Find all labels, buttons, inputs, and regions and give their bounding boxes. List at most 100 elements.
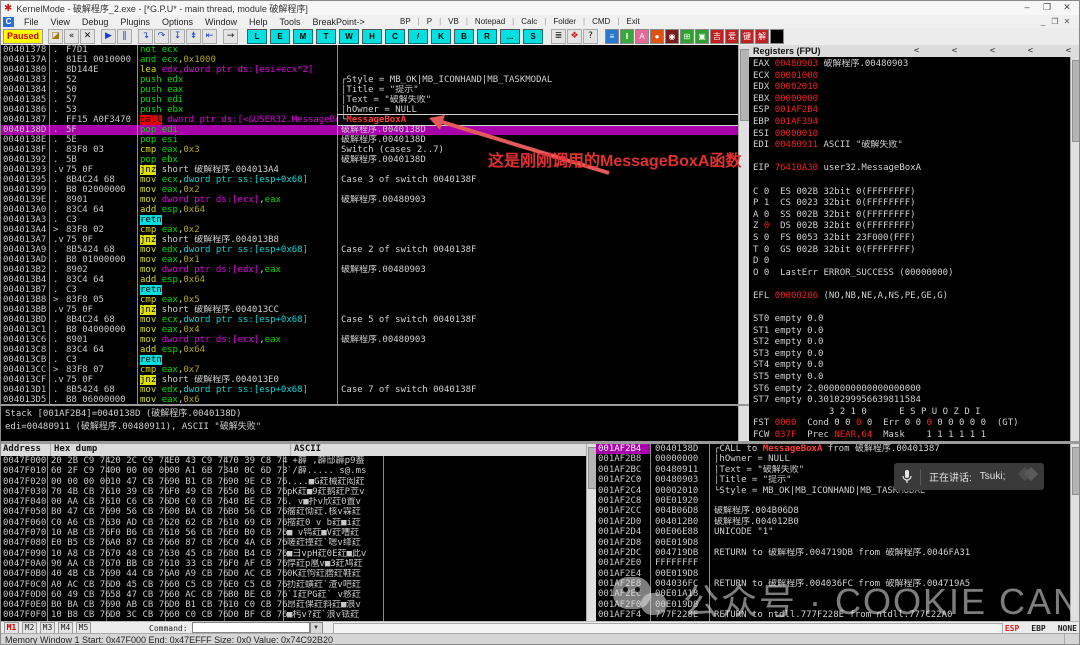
- execute-till-return-icon[interactable]: ⇤: [202, 29, 217, 44]
- scrollbar-thumb[interactable]: [1072, 60, 1079, 142]
- plugin-green-pause-icon[interactable]: ‖: [620, 29, 634, 44]
- hexdump-row[interactable]: 0047F050 B0 47 CB 76 90 56 CB 76 00 BA CB 7…: [1, 507, 586, 518]
- panel-button-E[interactable]: E: [270, 29, 290, 44]
- plugin-red-2-icon[interactable]: 爱: [725, 29, 739, 44]
- hexdump-row[interactable]: 0047F090 10 A8 CB 76 70 48 CB 76 30 45 CB 7…: [1, 548, 586, 559]
- help-icon[interactable]: ?: [583, 29, 598, 44]
- register-line[interactable]: ST7 empty 0.3010299956639811584: [749, 395, 1079, 407]
- register-line[interactable]: ST1 empty 0.0: [749, 326, 1079, 338]
- disasm-row[interactable]: 00401378. F7D1 not ecx: [1, 45, 738, 55]
- stack-row[interactable]: 001AF2F4 777F228E RETURN to ntdll.777F228E…: [596, 610, 1070, 621]
- disasm-row[interactable]: 004013BD. 8B4C24 68 mov ecx,dword ptr ss:[…: [1, 315, 738, 325]
- resize-grip[interactable]: [1064, 634, 1079, 644]
- menu-breakpoint[interactable]: BreakPoint->: [307, 17, 371, 27]
- disasm-row[interactable]: 004013B7. C3 retn: [1, 285, 738, 295]
- disasm-row[interactable]: 00401392. 5B pop ebx 破解程序.0040138D: [1, 155, 738, 165]
- panel-button-dots[interactable]: ...: [500, 29, 520, 44]
- step-into-icon[interactable]: ↴: [138, 29, 153, 44]
- close-process-icon[interactable]: ✕: [80, 29, 95, 44]
- stack-row[interactable]: 001AF2D8 00E019D8: [596, 537, 1070, 548]
- register-line[interactable]: EBX 00000000: [749, 94, 1079, 106]
- registers-history-arrows[interactable]: < < < < <: [914, 46, 1071, 56]
- stack-row[interactable]: 001AF2D0 004012B0 破解程序.004012B0: [596, 516, 1070, 528]
- disasm-row[interactable]: 004013B2. 8902 mov dword ptr ds:[edx],eax 破…: [1, 265, 738, 275]
- disasm-row[interactable]: 004013C6. 8901 mov dword ptr ds:[ecx],eax 破…: [1, 335, 738, 345]
- menu-window[interactable]: Window: [199, 17, 243, 27]
- register-line[interactable]: EDX 00002010: [749, 82, 1079, 94]
- trace-into-icon[interactable]: ↧: [170, 29, 185, 44]
- disasm-row[interactable]: 004013D1. 8B5424 68 mov edx,dword ptr ss:[…: [1, 385, 738, 395]
- stack-row[interactable]: 001AF2DC 004719DB RETURN to 破解程序.004719DB …: [596, 547, 1070, 559]
- menu-debug[interactable]: Debug: [76, 17, 115, 27]
- panel-button-L[interactable]: L: [247, 29, 267, 44]
- quick-button-p[interactable]: P: [420, 17, 439, 26]
- disasm-row[interactable]: 004013A9. 8B5424 68 mov edx,dword ptr ss:[…: [1, 245, 738, 255]
- register-line[interactable]: D 0: [749, 256, 1079, 268]
- quick-button-bp[interactable]: BP: [393, 17, 418, 26]
- hexdump-row[interactable]: 0047F0B0 40 4B CB 76 90 44 CB 76 A0 A9 CB 7…: [1, 569, 586, 580]
- disasm-row[interactable]: 0040138E. 5E pop esi 破解程序.0040138D: [1, 135, 738, 145]
- plugin-blue-icon[interactable]: ≡: [605, 29, 619, 44]
- quick-button-vb[interactable]: VB: [441, 17, 466, 26]
- quick-button-calc[interactable]: Calc: [514, 17, 544, 26]
- close-button-icon[interactable]: ✕: [1057, 1, 1077, 14]
- register-line[interactable]: P 1 CS 0023 32bit 0(FFFFFFFF): [749, 198, 1079, 210]
- register-line[interactable]: FCW 037F Prec NEAR,64 Mask 1 1 1 1 1 1: [749, 430, 1079, 442]
- hexdump-row[interactable]: 0047F0D0 60 49 CB 76 58 47 CB 76 60 AC CB 7…: [1, 589, 586, 601]
- hexdump-row[interactable]: 0047F070 10 AB CB 76 F0 B6 CB 76 10 56 CB 7…: [1, 528, 586, 539]
- menu-tools[interactable]: Tools: [274, 17, 307, 27]
- disasm-row[interactable]: 00401384. 50 push eax │Title = "提示": [1, 85, 738, 95]
- mdi-restore-icon[interactable]: ❐: [1049, 17, 1061, 26]
- register-line[interactable]: Z 0 DS 002B 32bit 0(FFFFFFFF): [749, 221, 1079, 233]
- plugin-red-4-icon[interactable]: 解: [755, 29, 769, 44]
- plugin-red-3-icon[interactable]: 键: [740, 29, 754, 44]
- menu-file[interactable]: File: [18, 17, 45, 27]
- hexdump-row[interactable]: 0047F000 20 2B C9 74 20 2C C9 74 E0 43 C9 7…: [1, 456, 586, 467]
- panel-button-S[interactable]: S: [523, 29, 543, 44]
- hexdump-row[interactable]: 0047F020 00 00 00 00 10 47 CB 76 90 B1 CB 7…: [1, 476, 586, 487]
- disasm-row[interactable]: 004013BB .v 75 0F jnz short 破解程序.004013CC: [1, 305, 738, 315]
- register-line[interactable]: EIP 76410A30 user32.MessageBoxA: [749, 163, 1079, 175]
- register-line[interactable]: ECX 00001000: [749, 71, 1079, 83]
- mdi-close-icon[interactable]: ✕: [1061, 17, 1073, 26]
- stack-row[interactable]: 001AF2E8 004036FC RETURN to 破解程序.004036FC …: [596, 579, 1070, 590]
- hexdump-row[interactable]: 0047F0A0 90 AA CB 76 70 BB CB 76 10 33 CB 7…: [1, 558, 586, 570]
- panel-button-B[interactable]: B: [454, 29, 474, 44]
- log-icon[interactable]: ≣: [551, 29, 566, 44]
- stack-row[interactable]: 001AF2F0 00E019D8: [596, 599, 1070, 611]
- stack-row[interactable]: 001AF2B4 0040138D ┌CALL to MessageBoxA fro…: [596, 444, 1070, 455]
- register-line[interactable]: ST0 empty 0.0: [749, 314, 1079, 326]
- disasm-row[interactable]: 004013A3. C3 retn: [1, 215, 738, 225]
- menu-options[interactable]: Options: [156, 17, 199, 27]
- register-line[interactable]: ESP 001AF2B4: [749, 105, 1079, 117]
- open-file-icon[interactable]: ◪: [48, 29, 63, 44]
- windows-icon[interactable]: ❖: [567, 29, 582, 44]
- register-line[interactable]: O 0 LastErr ERROR_SUCCESS (00000000): [749, 268, 1079, 280]
- pause-icon[interactable]: ‖: [117, 29, 132, 44]
- register-line[interactable]: ST3 empty 0.0: [749, 349, 1079, 361]
- disasm-row[interactable]: 004013CF .v 75 0F jnz short 破解程序.004013E0: [1, 375, 738, 385]
- plugin-grid-icon[interactable]: ⊞: [680, 29, 694, 44]
- stack-scrollbar[interactable]: [1070, 444, 1079, 621]
- disasm-row[interactable]: 00401393 .v 75 0F jnz short 破解程序.004013A4: [1, 165, 738, 175]
- quick-button-folder[interactable]: Folder: [546, 17, 583, 26]
- register-line[interactable]: FST 0000 Cond 0 0 0 0 Err 0 0 0 0 0 0 0 …: [749, 418, 1079, 430]
- mdi-child-icon[interactable]: C: [3, 16, 14, 27]
- register-line[interactable]: [749, 279, 1079, 291]
- disasm-row[interactable]: 00401386. 53 push ebx │hOwner = NULL: [1, 105, 738, 115]
- disasm-row[interactable]: 0040139E. 8901 mov dword ptr ds:[ecx],eax 破…: [1, 195, 738, 205]
- hexdump-row[interactable]: 0047F060 C0 A6 CB 76 30 AD CB 76 20 62 CB 7…: [1, 517, 586, 529]
- disasm-row[interactable]: 0040138F. 83F8 03 cmp eax,0x3 Switch (cases…: [1, 145, 738, 155]
- disasm-row[interactable]: 004013A0. 83C4 64 add esp,0x64: [1, 205, 738, 215]
- disasm-row[interactable]: 004013C8. 83C4 64 add esp,0x64: [1, 345, 738, 355]
- register-line[interactable]: EBP 001AF394: [749, 117, 1079, 129]
- register-line[interactable]: EAX 00480903 破解程序.00480903: [749, 59, 1079, 71]
- register-line[interactable]: ST6 empty 2.0000000000000000000: [749, 384, 1079, 396]
- register-line[interactable]: C 0 ES 002B 32bit 0(FFFFFFFF): [749, 187, 1079, 199]
- disasm-row[interactable]: 004013A7 .v 75 0F jnz short 破解程序.004013B8: [1, 235, 738, 245]
- register-line[interactable]: EFL 00000206 (NO,NB,NE,A,NS,PE,GE,G): [749, 291, 1079, 303]
- disasm-row[interactable]: 004013CC >83F8 07 cmp eax,0x7: [1, 365, 738, 375]
- disasm-row[interactable]: 004013AD. B8 01000000 mov eax,0x1: [1, 255, 738, 265]
- quick-button-notepad[interactable]: Notepad: [468, 17, 512, 26]
- hexdump-row[interactable]: 0047F0F0 10 B8 CB 76 D0 3C CB 76 60 C0 CB 7…: [1, 610, 586, 621]
